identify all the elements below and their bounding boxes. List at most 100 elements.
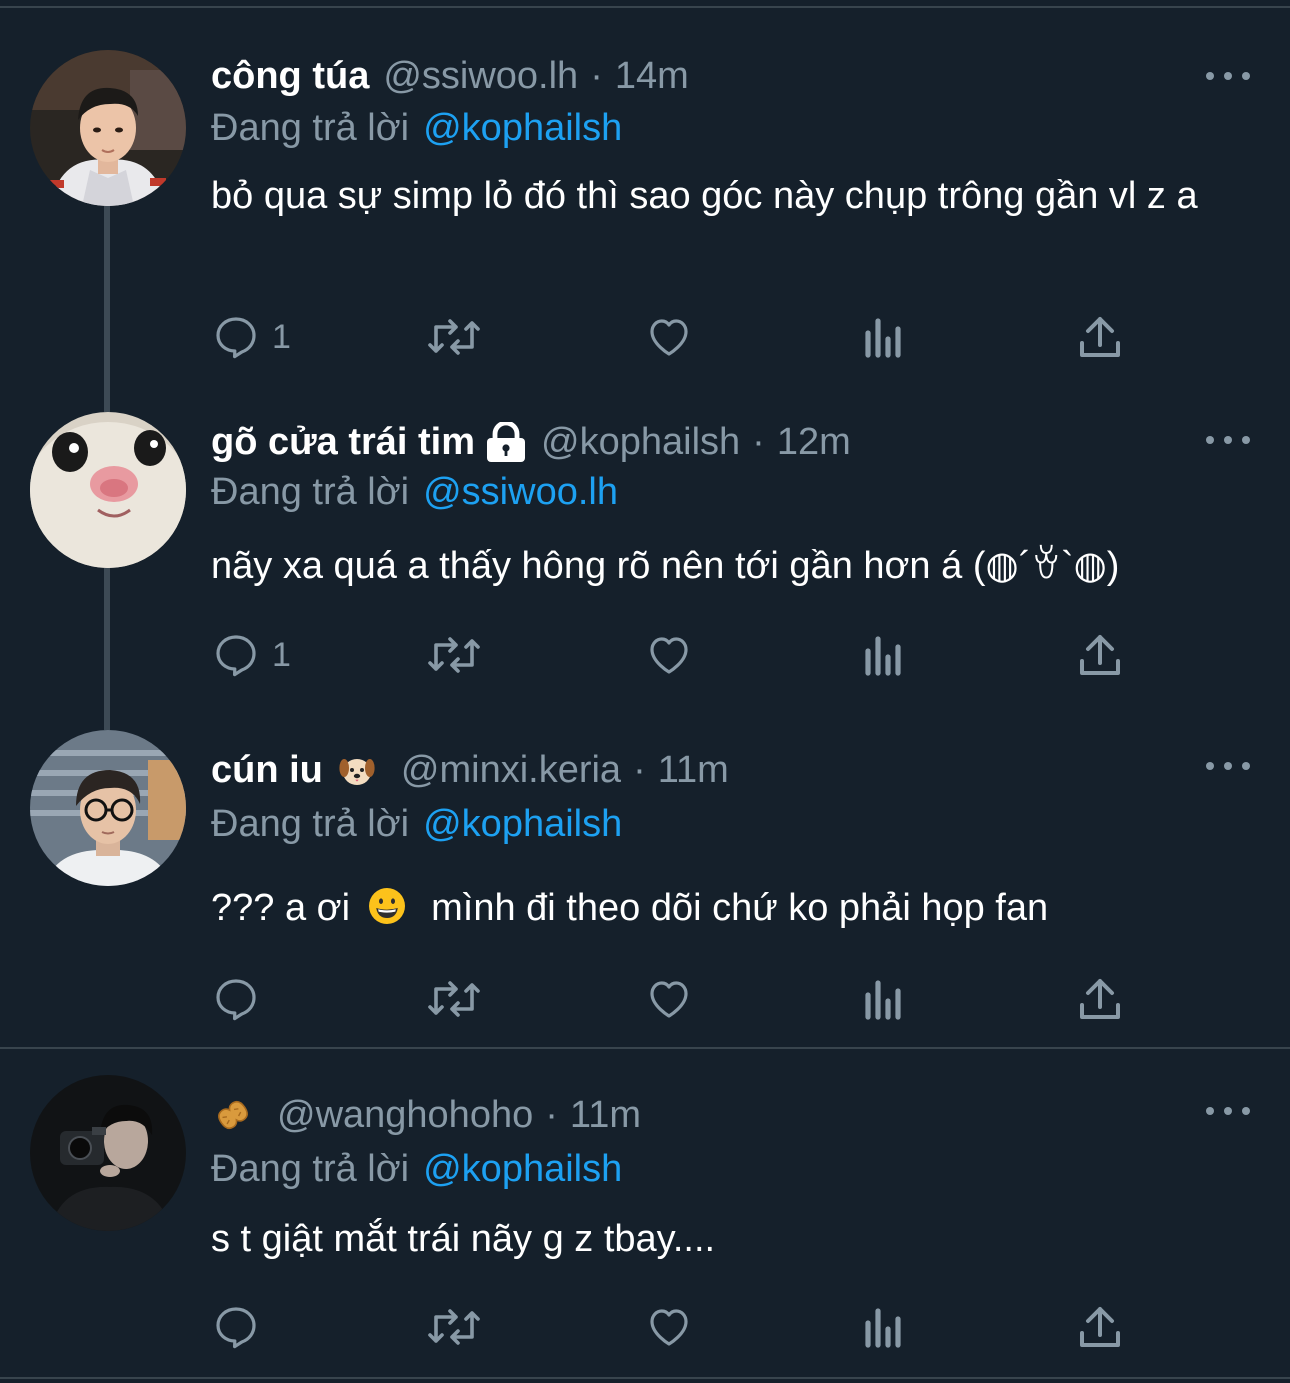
bottom-divider xyxy=(0,1377,1290,1379)
tweet[interactable]: công túa @ssiwoo.lh · 14m Đang trả lời @… xyxy=(0,0,1290,400)
avatar[interactable] xyxy=(30,50,186,206)
avatar[interactable] xyxy=(30,1075,186,1231)
analytics-button[interactable] xyxy=(862,630,906,680)
display-name[interactable]: gõ cửa trái tim xyxy=(211,421,475,464)
analytics-icon xyxy=(865,636,901,676)
avatar[interactable] xyxy=(30,730,186,886)
reply-icon xyxy=(216,1307,256,1349)
replying-to-label: Đang trả lời xyxy=(211,802,410,845)
replying-to-label: Đang trả lời xyxy=(211,1147,410,1190)
retweet-button[interactable] xyxy=(426,1302,482,1352)
grinning-emoji-icon xyxy=(367,886,407,940)
timestamp[interactable]: 12m xyxy=(777,421,851,464)
replying-to: Đang trả lời @kophailsh xyxy=(211,800,622,848)
reply-button[interactable] xyxy=(212,974,272,1024)
heart-icon xyxy=(650,981,688,1018)
analytics-icon xyxy=(865,318,901,358)
like-button[interactable] xyxy=(644,1302,694,1352)
tweet[interactable]: cún iu @minxi.keria · 11m Đang trả lời @… xyxy=(0,720,1290,1047)
tweet[interactable]: @wanghohoho · 11m Đang trả lời @kophails… xyxy=(0,1049,1290,1377)
tweet-text-part: mình đi theo dõi chứ ko phải họp fan xyxy=(431,887,1049,929)
separator-dot: · xyxy=(545,1093,558,1136)
user-handle[interactable]: @ssiwoo.lh xyxy=(383,55,578,98)
avatar-photo xyxy=(30,1075,186,1231)
tweet-actions: 1 xyxy=(0,630,1290,680)
heart-icon xyxy=(650,1309,688,1346)
share-button[interactable] xyxy=(1078,630,1122,680)
tweet-actions xyxy=(0,974,1290,1024)
reply-button[interactable] xyxy=(212,1302,272,1352)
tweet-text: bỏ qua sự simp lỏ đó thì sao góc này chụ… xyxy=(211,175,1198,217)
reply-button[interactable]: 1 xyxy=(212,630,291,680)
heart-icon xyxy=(650,637,688,674)
share-icon xyxy=(1080,317,1120,357)
share-icon xyxy=(1080,635,1120,675)
replying-to: Đang trả lời @kophailsh xyxy=(211,1145,622,1193)
analytics-button[interactable] xyxy=(862,974,906,1024)
retweet-button[interactable] xyxy=(426,312,482,362)
share-button[interactable] xyxy=(1078,974,1122,1024)
replying-to-handle[interactable]: @ssiwoo.lh xyxy=(423,471,618,514)
analytics-icon xyxy=(865,1308,901,1348)
analytics-button[interactable] xyxy=(862,312,906,362)
share-icon xyxy=(1080,1307,1120,1347)
like-button[interactable] xyxy=(644,974,694,1024)
replying-to: Đang trả lời @kophailsh xyxy=(211,104,622,152)
replying-to-handle[interactable]: @kophailsh xyxy=(423,803,622,846)
more-options-icon[interactable] xyxy=(1206,756,1250,776)
share-button[interactable] xyxy=(1078,1302,1122,1352)
replying-to-handle[interactable]: @kophailsh xyxy=(423,107,622,150)
replying-to-handle[interactable]: @kophailsh xyxy=(423,1148,622,1191)
reply-icon xyxy=(216,979,256,1021)
tweet-actions: 1 xyxy=(0,312,1290,362)
reply-icon xyxy=(216,635,256,677)
retweet-icon xyxy=(428,637,480,673)
peanut-emoji-icon xyxy=(211,1095,255,1135)
heart-icon xyxy=(650,319,688,356)
tweet-actions xyxy=(0,1302,1290,1352)
tweet-text: s t giật mắt trái nãy g z tbay.... xyxy=(211,1218,716,1260)
user-handle[interactable]: @kophailsh xyxy=(541,421,740,464)
replying-to-label: Đang trả lời xyxy=(211,470,410,513)
replying-to-label: Đang trả lời xyxy=(211,106,410,149)
timestamp[interactable]: 14m xyxy=(615,55,689,98)
tweet-header: cún iu @minxi.keria · 11m xyxy=(211,746,729,794)
retweet-button[interactable] xyxy=(426,974,482,1024)
avatar[interactable] xyxy=(30,412,186,568)
reply-button[interactable]: 1 xyxy=(212,312,291,362)
like-button[interactable] xyxy=(644,312,694,362)
more-options-icon[interactable] xyxy=(1206,66,1250,86)
display-name[interactable]: công túa xyxy=(211,55,369,98)
retweet-icon xyxy=(428,981,480,1017)
tweet[interactable]: gõ cửa trái tim @kophailsh · 12m Đang tr… xyxy=(0,400,1290,720)
dog-emoji-icon xyxy=(337,750,377,790)
separator-dot: · xyxy=(633,748,646,791)
reply-icon xyxy=(216,317,256,359)
avatar-photo xyxy=(30,730,186,886)
avatar-photo xyxy=(30,412,186,568)
timestamp[interactable]: 11m xyxy=(658,749,729,792)
share-icon xyxy=(1080,979,1120,1019)
avatar-photo xyxy=(30,50,186,206)
analytics-button[interactable] xyxy=(862,1302,906,1352)
retweet-icon xyxy=(428,319,480,355)
separator-dot: · xyxy=(752,420,765,463)
analytics-icon xyxy=(865,980,901,1020)
timestamp[interactable]: 11m xyxy=(570,1094,641,1137)
display-name[interactable]: cún iu xyxy=(211,749,323,792)
like-button[interactable] xyxy=(644,630,694,680)
tweet-text-part: ??? a ơi xyxy=(211,887,351,929)
lock-icon xyxy=(485,422,527,462)
replying-to: Đang trả lời @ssiwoo.lh xyxy=(211,468,618,516)
share-button[interactable] xyxy=(1078,312,1122,362)
retweet-icon xyxy=(428,1309,480,1345)
retweet-button[interactable] xyxy=(426,630,482,680)
more-options-icon[interactable] xyxy=(1206,430,1250,450)
user-handle[interactable]: @minxi.keria xyxy=(401,749,621,792)
user-handle[interactable]: @wanghohoho xyxy=(277,1094,533,1137)
reply-count: 1 xyxy=(272,635,291,674)
tweet-text: nãy xa quá a thấy hông rõ nên tới gần hơ… xyxy=(211,545,1120,587)
tweet-header: @wanghohoho · 11m xyxy=(211,1091,641,1139)
more-options-icon[interactable] xyxy=(1206,1101,1250,1121)
tweet-header: gõ cửa trái tim @kophailsh · 12m xyxy=(211,418,851,466)
